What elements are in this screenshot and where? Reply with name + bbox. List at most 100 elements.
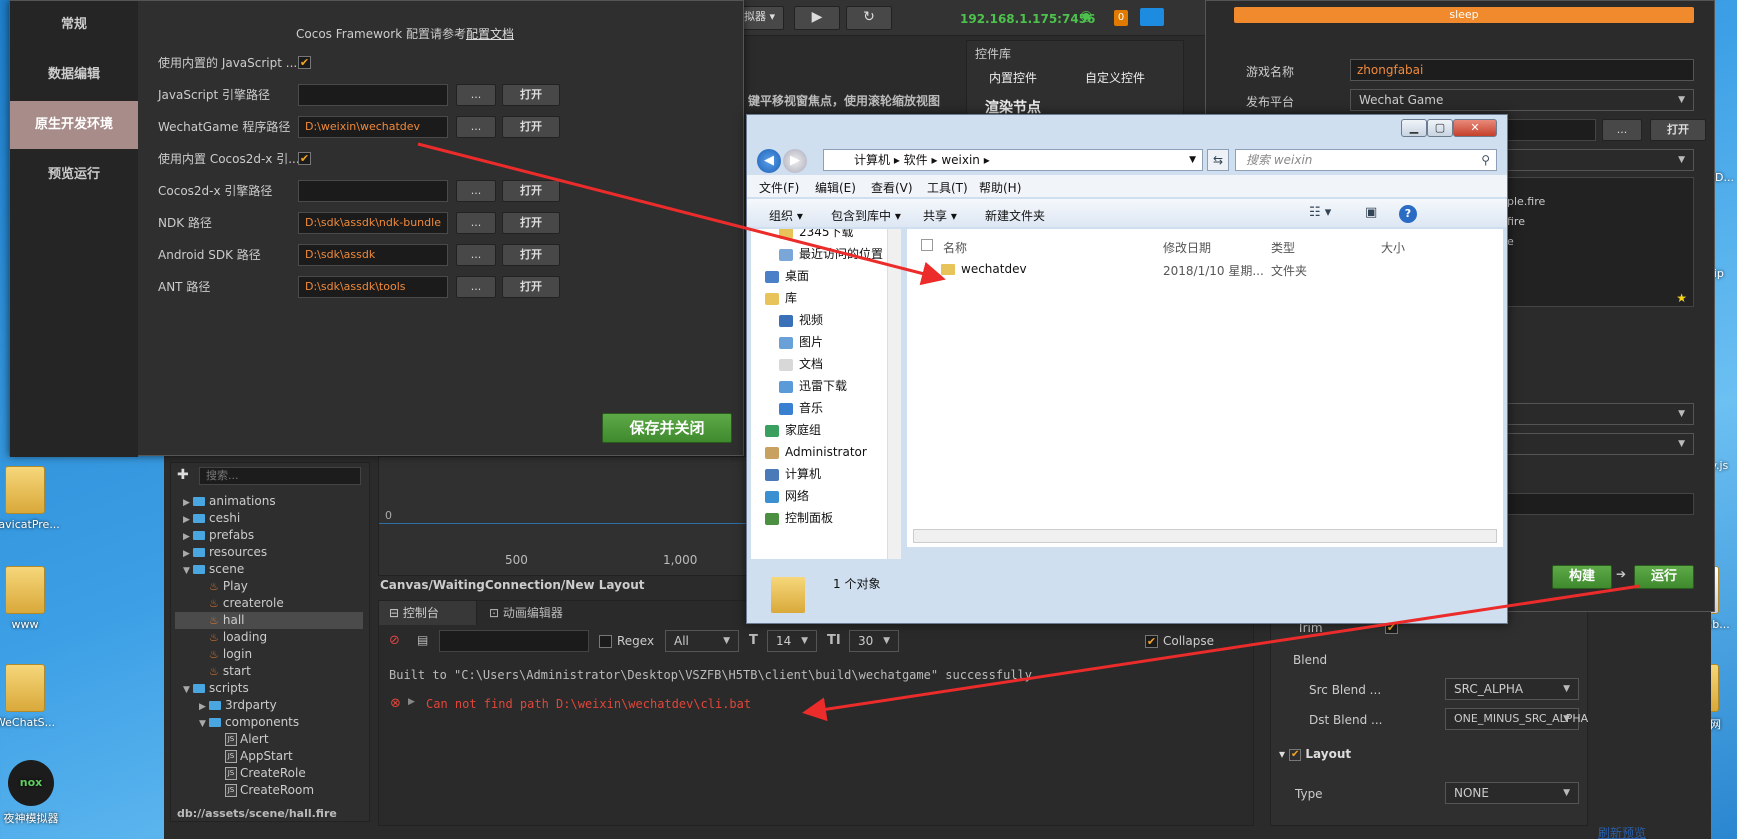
horizontal-scrollbar[interactable] — [913, 529, 1497, 543]
back-button[interactable]: ◀ — [757, 149, 781, 173]
setting-path-input[interactable]: D:\weixin\wechatdev — [298, 116, 448, 138]
save-and-close-button[interactable]: 保存并关闭 — [602, 413, 732, 443]
asset-item[interactable]: ♨ start — [175, 663, 251, 680]
setting-path-input[interactable] — [298, 180, 448, 202]
asset-item[interactable]: JS Alert — [175, 731, 269, 748]
setting-path-input[interactable]: D:\sdk\assdk — [298, 244, 448, 266]
desktop-icon-www[interactable]: www — [0, 566, 62, 631]
nav-item[interactable]: 最近访问的位置 — [779, 243, 883, 265]
asset-item[interactable]: ▶ ceshi — [175, 510, 240, 527]
asset-item[interactable]: ♨ loading — [175, 629, 267, 646]
font-size-select[interactable]: 14 ▼ — [767, 630, 817, 652]
src-blend-select[interactable]: SRC_ALPHA ▼ — [1445, 678, 1579, 700]
open-folder-button[interactable]: 打开 — [502, 244, 560, 266]
nav-data-editing[interactable]: 数据编辑 — [10, 51, 138, 99]
notification-badge[interactable]: 0 — [1114, 10, 1128, 26]
asset-item[interactable]: ♨ hall — [175, 612, 363, 629]
desktop-icon-nox[interactable]: nox 夜神模拟器 — [0, 760, 68, 826]
asset-item[interactable]: JS CreateRoom — [175, 782, 314, 799]
console-filter-input[interactable] — [439, 630, 589, 652]
file-row-wechatdev[interactable]: wechatdev 2018/1/10 星期... 文件夹 — [937, 259, 1497, 281]
run-button[interactable]: 运行 — [1634, 565, 1694, 589]
setting-path-input[interactable] — [298, 84, 448, 106]
refresh-button[interactable]: ↻ — [846, 6, 892, 30]
nav-item[interactable]: 文档 — [779, 353, 823, 375]
asset-item[interactable]: ♨ login — [175, 646, 252, 663]
nav-item[interactable]: 家庭组 — [765, 419, 821, 441]
toolbar-item[interactable]: 组织 ▾ — [769, 207, 803, 224]
desktop-icon-wechats[interactable]: WeChatS... — [0, 664, 62, 729]
menu-item[interactable]: 编辑(E) — [815, 179, 856, 196]
clear-console-icon[interactable]: ⊘ — [389, 633, 400, 648]
nav-item[interactable]: 计算机 — [765, 463, 821, 485]
nav-item[interactable]: Administrator — [765, 441, 867, 463]
nav-item[interactable]: 2345下载 — [779, 229, 854, 243]
nav-item[interactable]: 桌面 — [765, 265, 809, 287]
minimize-button[interactable]: ▁ — [1401, 119, 1427, 137]
nav-item[interactable]: 库 — [765, 287, 797, 309]
line-height-select[interactable]: 30 ▼ — [849, 630, 899, 652]
close-button[interactable]: ✕ — [1453, 119, 1497, 137]
nav-native-environment[interactable]: 原生开发环境 — [10, 101, 138, 149]
tab-animation-editor[interactable]: ⊡ 动画编辑器 — [479, 601, 589, 625]
tab-builtin-widgets[interactable]: 内置控件 — [989, 69, 1037, 86]
browse-dots-button[interactable]: ... — [456, 84, 496, 106]
open-folder-button[interactable]: 打开 — [502, 276, 560, 298]
setting-checkbox[interactable]: ✔ — [298, 152, 311, 165]
nav-item[interactable]: 控制面板 — [765, 507, 833, 529]
nav-item[interactable]: 迅雷下载 — [779, 375, 847, 397]
address-bar[interactable]: 计算机 ▸ 软件 ▸ weixin ▸ ▼ — [823, 149, 1203, 171]
explorer-search-input[interactable]: 搜索 weixin ⚲ — [1235, 149, 1497, 171]
layout-component-header[interactable]: ▾ ✔ Layout — [1279, 747, 1583, 767]
setting-checkbox[interactable]: ✔ — [298, 56, 311, 69]
open-folder-button[interactable]: 打开 — [502, 116, 560, 138]
help-icon[interactable]: ? — [1399, 205, 1417, 223]
asset-item[interactable]: ♨ createrole — [175, 595, 284, 612]
browse-dots-button[interactable]: ... — [456, 276, 496, 298]
nav-item[interactable]: 音乐 — [779, 397, 823, 419]
tab-console[interactable]: ⊟ 控制台 — [379, 601, 477, 625]
toolbar-item[interactable]: 新建文件夹 — [985, 207, 1045, 224]
option-select-2[interactable]: ▼ — [1506, 433, 1694, 455]
asset-item[interactable]: ▶ 3rdparty — [175, 697, 277, 714]
chevron-down-icon[interactable]: ▼ — [1189, 150, 1196, 170]
regex-checkbox[interactable] — [599, 635, 612, 648]
build-button[interactable]: 构建 — [1552, 565, 1612, 589]
build-path-input[interactable] — [1496, 119, 1596, 141]
config-doc-link[interactable]: 配置文档 — [466, 27, 514, 41]
tab-custom-widgets[interactable]: 自定义控件 — [1085, 69, 1145, 86]
open-folder-button[interactable]: 打开 — [502, 212, 560, 234]
column-size[interactable]: 大小 — [1381, 239, 1405, 256]
option-input[interactable] — [1506, 493, 1694, 515]
menu-item[interactable]: 工具(T) — [927, 179, 968, 196]
scene-list-item[interactable]: ple.fire — [1507, 192, 1693, 212]
nav-item[interactable]: 网络 — [765, 485, 809, 507]
scene-list-item[interactable]: e — [1507, 232, 1693, 252]
asset-item[interactable]: ♨ Play — [175, 578, 248, 595]
platform-select[interactable]: Wechat Game ▼ — [1350, 89, 1694, 111]
log-level-select[interactable]: All ▼ — [665, 630, 739, 652]
assets-search-input[interactable]: 搜索... — [199, 467, 361, 485]
column-modified[interactable]: 修改日期 — [1163, 239, 1211, 256]
select-all-checkbox[interactable] — [921, 239, 933, 251]
add-asset-button[interactable]: ✚ — [177, 467, 189, 483]
build-path-dots-button[interactable]: ... — [1602, 119, 1642, 141]
asset-item[interactable]: ▼ scene — [175, 561, 244, 578]
option-select-1[interactable]: ▼ — [1506, 403, 1694, 425]
open-folder-button[interactable]: 打开 — [502, 84, 560, 106]
setting-path-input[interactable]: D:\sdk\assdk\tools — [298, 276, 448, 298]
column-type[interactable]: 类型 — [1271, 239, 1295, 256]
browse-dots-button[interactable]: ... — [456, 212, 496, 234]
nav-general[interactable]: 常规 — [10, 1, 138, 49]
dst-blend-select[interactable]: ONE_MINUS_SRC_ALPHA ▼ — [1445, 708, 1588, 730]
nav-scrollbar[interactable] — [887, 229, 901, 559]
build-path-open-button[interactable]: 打开 — [1650, 119, 1706, 141]
browse-dots-button[interactable]: ... — [456, 180, 496, 202]
column-name[interactable]: 名称 — [943, 239, 967, 256]
layout-enabled-checkbox[interactable]: ✔ — [1289, 748, 1302, 761]
scene-list-item[interactable]: fire — [1507, 212, 1693, 232]
nav-item[interactable]: 图片 — [779, 331, 823, 353]
asset-item[interactable]: ▼ scripts — [175, 680, 249, 697]
asset-item[interactable]: JS CreateRole — [175, 765, 306, 782]
menu-item[interactable]: 查看(V) — [871, 179, 913, 196]
